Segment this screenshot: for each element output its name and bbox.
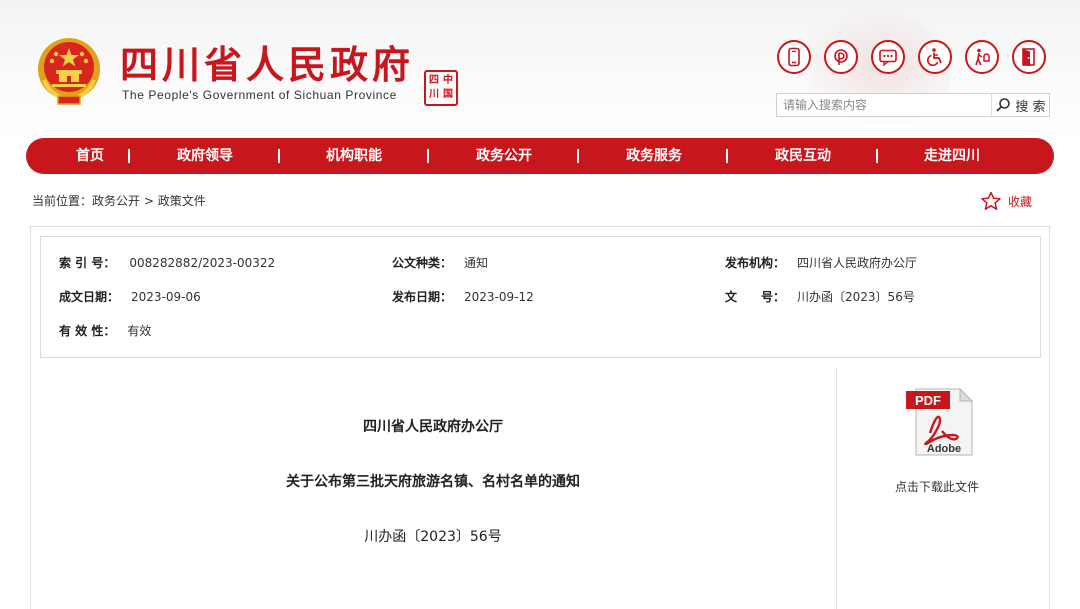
- main-nav: 首页 政府领导 机构职能 政务公开 政务服务 政民互动 走进四川: [26, 138, 1054, 174]
- meta-value: 2023-09-06: [131, 290, 201, 304]
- document-issuer: 四川省人民政府办公厅: [363, 419, 503, 435]
- search-button-label: 搜 索: [1015, 99, 1046, 115]
- meta-value: 2023-09-12: [464, 290, 534, 304]
- meta-label: 索 引 号：: [59, 256, 116, 270]
- meta-doc-type: 公文种类： 通知: [392, 254, 488, 271]
- meta-published-date: 发布日期： 2023-09-12: [392, 288, 534, 305]
- nav-item-open-government[interactable]: 政务公开: [444, 138, 564, 174]
- search-input[interactable]: [777, 94, 991, 116]
- document-metadata: 索 引 号： 008282882/2023-00322 公文种类： 通知 发布机构：…: [40, 236, 1041, 358]
- column-divider: [836, 367, 837, 609]
- national-emblem-icon[interactable]: [36, 36, 102, 106]
- pdf-brand: Adobe: [927, 443, 961, 455]
- accessibility-icon[interactable]: [918, 40, 952, 74]
- pdf-download-icon[interactable]: PDF Adobe: [906, 387, 974, 457]
- meta-label: 公文种类：: [392, 256, 453, 270]
- weibo-icon[interactable]: [824, 40, 858, 74]
- site-header: 四川省人民政府 The People's Government of Sichu…: [0, 0, 1080, 138]
- download-file-link[interactable]: 点击下载此文件: [877, 478, 997, 495]
- meta-doc-number: 文 号： 川办函〔2023〕56号: [725, 288, 915, 305]
- site-title[interactable]: 四川省人民政府: [120, 40, 414, 90]
- nav-item-interaction[interactable]: 政民互动: [743, 138, 863, 174]
- nav-separator: [577, 149, 579, 163]
- meta-validity: 有 效 性： 有效: [59, 322, 151, 339]
- meta-value: 008282882/2023-00322: [129, 256, 276, 270]
- meta-index: 索 引 号： 008282882/2023-00322: [59, 254, 275, 271]
- nav-item-leaders[interactable]: 政府领导: [145, 138, 265, 174]
- breadcrumb-separator: >: [140, 194, 158, 208]
- nav-separator: [278, 149, 280, 163]
- nav-separator: [128, 149, 130, 163]
- exit-icon[interactable]: [1012, 40, 1046, 74]
- meta-value: 川办函〔2023〕56号: [797, 290, 915, 304]
- nav-separator: [876, 149, 878, 163]
- meta-label: 发布日期：: [392, 290, 453, 304]
- meta-label: 文 号：: [725, 290, 786, 304]
- favorite-label: 收藏: [1008, 194, 1033, 209]
- nav-item-about-sichuan[interactable]: 走进四川: [892, 138, 1012, 174]
- breadcrumb-prefix: 当前位置：: [32, 194, 93, 208]
- meta-issuer: 发布机构： 四川省人民政府办公厅: [725, 254, 917, 271]
- document-number: 川办函〔2023〕56号: [364, 529, 502, 545]
- search-icon: [996, 98, 1011, 112]
- nav-item-services[interactable]: 政务服务: [594, 138, 714, 174]
- breadcrumb-link-policy-documents[interactable]: 政策文件: [158, 194, 206, 208]
- nav-separator: [726, 149, 728, 163]
- province-seal-logo: 四中 川国: [424, 70, 458, 106]
- favorite-button[interactable]: 收藏: [980, 191, 1032, 211]
- nav-separator: [427, 149, 429, 163]
- elderly-care-icon[interactable]: [965, 40, 999, 74]
- pdf-badge: PDF: [915, 393, 941, 408]
- meta-label: 成文日期：: [59, 290, 120, 304]
- breadcrumb: 当前位置：政务公开 > 政策文件: [32, 192, 206, 209]
- nav-item-departments[interactable]: 机构职能: [294, 138, 414, 174]
- meta-created-date: 成文日期： 2023-09-06: [59, 288, 201, 305]
- search-button[interactable]: 搜 索: [991, 94, 1049, 116]
- meta-label: 有 效 性：: [59, 324, 116, 338]
- message-icon[interactable]: [871, 40, 905, 74]
- meta-value: 四川省人民政府办公厅: [797, 256, 918, 270]
- search-box: 搜 索: [776, 93, 1050, 117]
- meta-label: 发布机构：: [725, 256, 786, 270]
- site-title-english: The People's Government of Sichuan Provi…: [122, 88, 397, 102]
- header-toolbar: [777, 40, 1047, 76]
- mobile-icon[interactable]: [777, 40, 811, 74]
- star-icon: [981, 191, 1001, 210]
- document-title: 关于公布第三批天府旅游名镇、名村名单的通知: [286, 474, 580, 490]
- meta-value: 有效: [127, 324, 152, 338]
- meta-value: 通知: [464, 256, 489, 270]
- breadcrumb-link-open-government[interactable]: 政务公开: [92, 194, 140, 208]
- nav-item-home[interactable]: 首页: [30, 138, 150, 174]
